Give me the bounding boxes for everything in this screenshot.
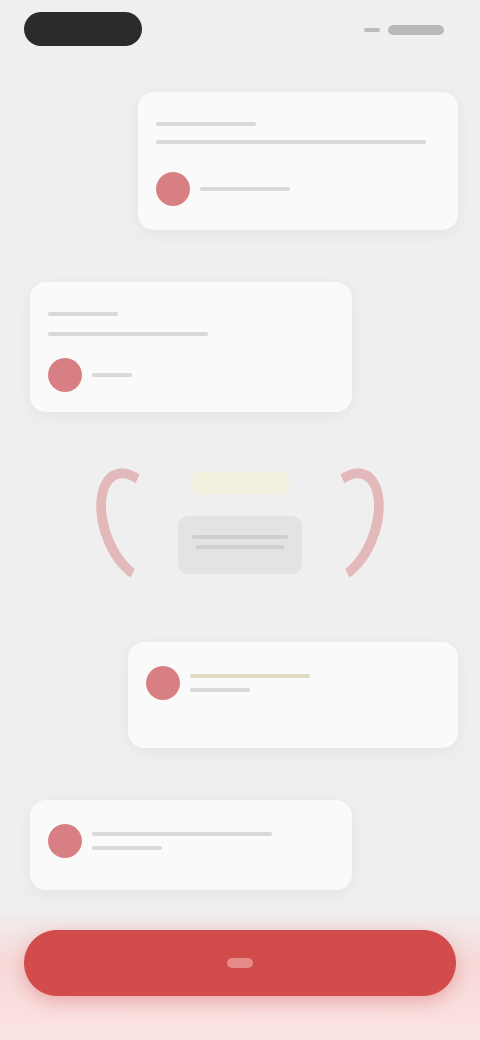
- illustration-icon: [81, 457, 399, 595]
- card-title-line: [48, 312, 118, 316]
- right-arc: [291, 457, 399, 595]
- left-arc: [81, 457, 189, 595]
- button-mark: [227, 958, 253, 968]
- message-card-3[interactable]: [128, 642, 458, 748]
- illustration-box: [178, 516, 302, 574]
- top-right-controls[interactable]: [364, 20, 452, 40]
- card-title: [156, 112, 440, 130]
- card-text: [48, 868, 334, 900]
- card-text-line: [156, 140, 426, 144]
- illustration-glow: [190, 472, 290, 494]
- message-card-4[interactable]: [30, 800, 352, 890]
- illustration-line-1: [192, 535, 288, 539]
- illustration-line-2: [196, 545, 284, 549]
- card-text-line: [92, 846, 162, 850]
- app-screen: [0, 0, 480, 1040]
- indicator-dot: [364, 28, 380, 32]
- card-meta: [146, 666, 440, 700]
- card-meta-line: [200, 187, 290, 191]
- card-text: [48, 326, 334, 358]
- card-title-line: [190, 674, 310, 678]
- indicator-bar: [388, 25, 444, 35]
- message-card-1[interactable]: [138, 92, 458, 230]
- message-card-2[interactable]: [30, 282, 352, 412]
- avatar-icon[interactable]: [48, 358, 82, 392]
- avatar-icon[interactable]: [146, 666, 180, 700]
- card-title-line: [92, 832, 272, 836]
- card-title-line: [156, 122, 256, 126]
- card-text: [146, 710, 440, 742]
- card-meta: [48, 358, 334, 392]
- card-meta-line: [92, 373, 132, 377]
- card-text-line: [190, 688, 250, 692]
- card-lines: [190, 674, 310, 692]
- card-title: [48, 302, 334, 320]
- card-lines: [92, 832, 272, 850]
- card-text-line: [48, 332, 208, 336]
- avatar-icon[interactable]: [156, 172, 190, 206]
- card-meta: [48, 824, 334, 858]
- primary-action-button[interactable]: [24, 930, 456, 996]
- avatar-icon[interactable]: [48, 824, 82, 858]
- card-meta: [156, 172, 440, 206]
- top-pill-button[interactable]: [24, 12, 142, 46]
